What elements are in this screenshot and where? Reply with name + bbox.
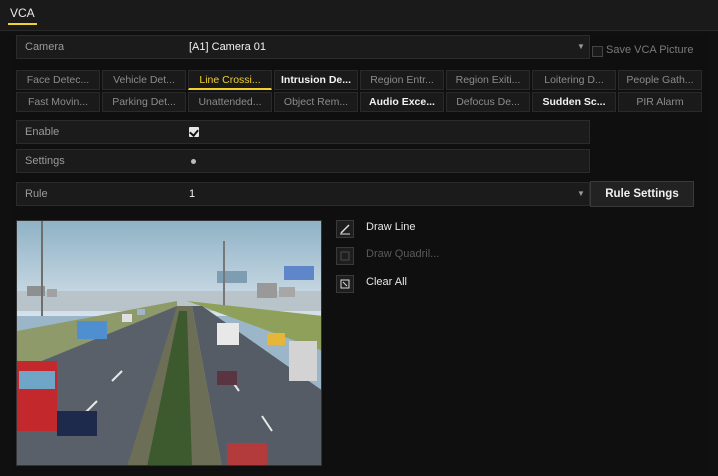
title-bar: VCA <box>0 0 718 31</box>
draw-line-label: Draw Line <box>366 221 416 233</box>
chevron-down-icon: ▼ <box>577 189 585 198</box>
tab-defocus-detection[interactable]: Defocus De... <box>446 92 530 112</box>
tab-fast-moving[interactable]: Fast Movin... <box>16 92 100 112</box>
chevron-down-icon: ▼ <box>577 42 585 51</box>
enable-row: Enable <box>16 120 590 144</box>
tab-unattended-baggage[interactable]: Unattended... <box>188 92 272 112</box>
tab-face-detection[interactable]: Face Detec... <box>16 70 100 90</box>
enable-label: Enable <box>25 126 60 138</box>
enable-checkbox[interactable] <box>189 127 199 137</box>
tab-line-crossing[interactable]: Line Crossi... <box>188 70 272 90</box>
tab-loitering-detection[interactable]: Loitering D... <box>532 70 616 90</box>
pencil-icon <box>336 220 354 238</box>
tab-pir-alarm[interactable]: PIR Alarm <box>618 92 702 112</box>
vca-panel: Camera [A1] Camera 01 ▼ Save VCA Picture… <box>10 35 708 471</box>
quadrilateral-icon <box>336 247 354 265</box>
camera-select[interactable]: Camera [A1] Camera 01 ▼ <box>16 35 590 59</box>
tab-parking-detection[interactable]: Parking Det... <box>102 92 186 112</box>
camera-value: [A1] Camera 01 <box>189 41 267 53</box>
tab-people-gathering[interactable]: People Gath... <box>618 70 702 90</box>
tab-region-exiting[interactable]: Region Exiti... <box>446 70 530 90</box>
settings-row: Settings <box>16 149 590 173</box>
save-vca-picture-checkbox[interactable] <box>592 46 603 57</box>
tab-object-removal[interactable]: Object Rem... <box>274 92 358 112</box>
rule-value: 1 <box>189 188 196 200</box>
camera-label: Camera <box>25 41 65 53</box>
tab-vehicle-detection[interactable]: Vehicle Det... <box>102 70 186 90</box>
rule-select[interactable]: Rule 1 ▼ <box>16 182 590 206</box>
vca-type-tabs: Face Detec... Vehicle Det... Line Crossi… <box>16 70 706 114</box>
tab-intrusion-detection[interactable]: Intrusion De... <box>274 70 358 90</box>
camera-preview[interactable] <box>16 220 322 466</box>
settings-label: Settings <box>25 155 65 167</box>
draw-quadrilateral-label: Draw Quadril... <box>366 248 440 260</box>
save-vca-picture-label: Save VCA Picture <box>606 44 694 56</box>
rule-settings-button[interactable]: Rule Settings <box>590 181 694 207</box>
vca-window: VCA Camera [A1] Camera 01 ▼ Save VCA Pic… <box>0 0 718 476</box>
rule-label: Rule <box>25 188 48 200</box>
title-tab-vca[interactable]: VCA <box>8 6 37 25</box>
clear-icon <box>336 275 354 293</box>
clear-all-label: Clear All <box>366 276 407 288</box>
settings-gear-icon[interactable] <box>191 159 196 164</box>
highway-scene-image <box>17 221 321 465</box>
tab-audio-exception[interactable]: Audio Exce... <box>360 92 444 112</box>
tab-sudden-scene-change[interactable]: Sudden Sc... <box>532 92 616 112</box>
tab-region-entrance[interactable]: Region Entr... <box>360 70 444 90</box>
